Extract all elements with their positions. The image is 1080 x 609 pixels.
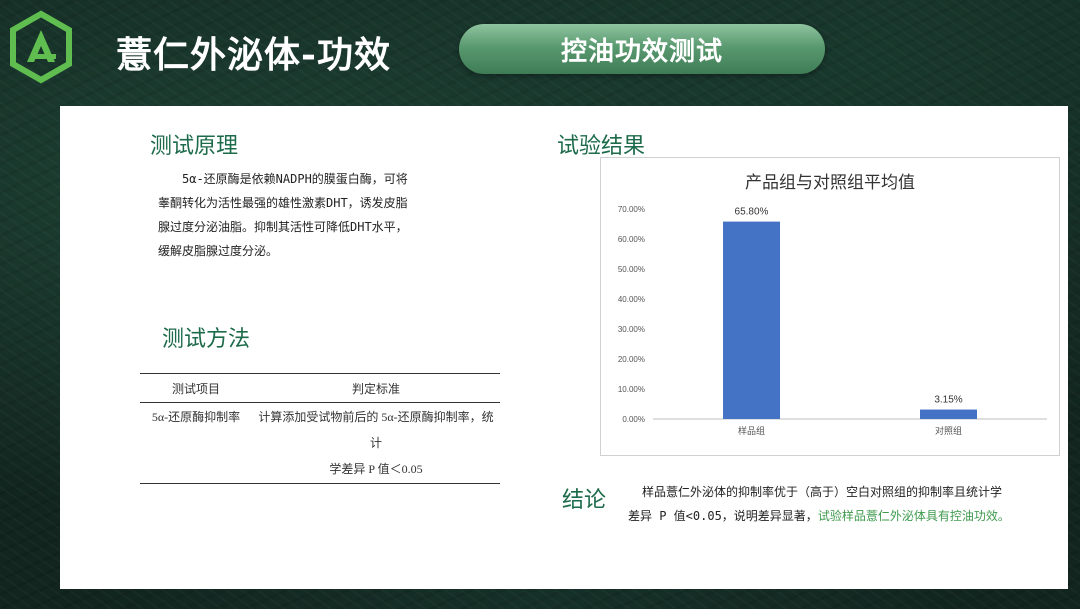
principle-line: 腺过度分泌油脂。抑制其活性可降低DHT水平， (158, 220, 408, 234)
conclusion-line: 差异 P 值<0.05，说明差异显著，试验样品薏仁外泌体具有控油功效。 (628, 504, 1048, 528)
table-header-criteria: 判定标准 (252, 373, 500, 403)
principle-line: 缓解皮脂腺过度分泌。 (158, 244, 279, 258)
table-cell-criteria: 计算添加受试物前后的 5α-还原酶抑制率，统计 学差异 P 值＜0.05 (252, 402, 500, 484)
conclusion-text: 样品薏仁外泌体的抑制率优于（高于）空白对照组的抑制率且统计学 差异 P 值<0.… (628, 480, 1048, 528)
method-table: 测试项目 判定标准 5α-还原酶抑制率 计算添加受试物前后的 5α-还原酶抑制率… (140, 373, 500, 484)
principle-line: 5α-还原酶是依赖NADPH的膜蛋白酶，可将 (182, 172, 408, 186)
y-tick-label: 30.00% (618, 325, 645, 334)
table-header-row: 测试项目 判定标准 (140, 373, 500, 403)
method-heading: 测试方法 (162, 327, 251, 352)
conclusion-plain: 差异 P 值<0.05，说明差异显著， (628, 509, 818, 523)
conclusion-heading: 结论 (562, 488, 607, 513)
brand-logo (10, 10, 72, 84)
conclusion-highlight: 试验样品薏仁外泌体具有控油功效。 (817, 509, 1010, 523)
x-tick-label: 对照组 (935, 425, 962, 437)
principle-text: 5α-还原酶是依赖NADPH的膜蛋白酶，可将 睾酮转化为活性最强的雄性激素DHT… (158, 167, 438, 263)
y-tick-label: 20.00% (618, 355, 645, 364)
y-tick-label: 40.00% (618, 295, 645, 304)
section-pill: 控油功效测试 (459, 24, 825, 74)
bar-data-label: 3.15% (934, 395, 962, 406)
principle-heading: 测试原理 (150, 134, 239, 159)
bar (723, 221, 780, 419)
conclusion-line: 样品薏仁外泌体的抑制率优于（高于）空白对照组的抑制率且统计学 (642, 485, 1003, 499)
bar (920, 409, 977, 419)
criteria-line: 学差异 P 值＜0.05 (329, 462, 423, 476)
criteria-line: 计算添加受试物前后的 5α-还原酶抑制率，统计 (258, 410, 494, 450)
table-cell-item: 5α-还原酶抑制率 (140, 402, 252, 484)
section-pill-label: 控油功效测试 (560, 36, 723, 67)
bar-data-label: 65.80% (735, 207, 769, 218)
chart-plot: 0.00% 10.00% 20.00% 30.00% 40.00% 50.00% 60.00… (618, 205, 1047, 437)
page-title: 薏仁外泌体-功效 (116, 34, 391, 76)
table-header-item: 测试项目 (140, 373, 252, 403)
y-tick-label: 50.00% (618, 265, 645, 274)
table-row: 5α-还原酶抑制率 计算添加受试物前后的 5α-还原酶抑制率，统计 学差异 P … (140, 402, 500, 484)
x-tick-label: 样品组 (738, 425, 765, 437)
principle-line: 睾酮转化为活性最强的雄性激素DHT，诱发皮脂 (158, 196, 408, 210)
results-heading: 试验结果 (557, 134, 646, 159)
y-tick-label: 10.00% (618, 385, 645, 394)
y-tick-label: 60.00% (618, 235, 645, 244)
y-tick-label: 0.00% (622, 415, 645, 424)
results-chart: 产品组与对照组平均值 0.00% 10.00% 20.00% 30.00% 40.00%… (600, 157, 1060, 456)
y-tick-label: 70.00% (618, 205, 645, 214)
